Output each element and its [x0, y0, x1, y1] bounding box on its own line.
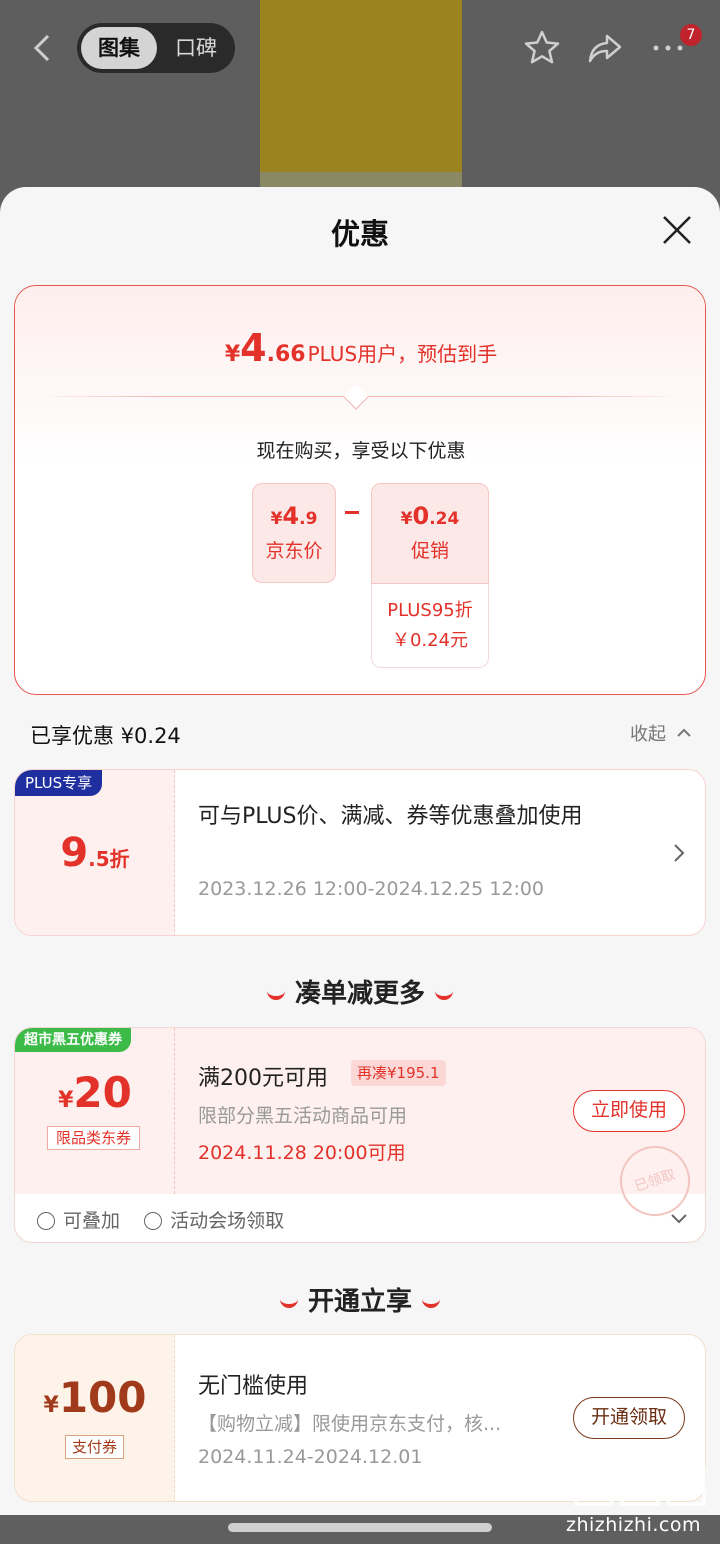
close-icon[interactable] — [660, 213, 694, 247]
discount-int: 9 — [60, 830, 89, 876]
chevron-down-icon[interactable] — [668, 1211, 690, 1225]
smile-icon — [435, 990, 453, 1000]
chevron-right-icon — [674, 844, 685, 862]
coupon-left: ¥100 支付券 — [15, 1335, 175, 1501]
section-title-open: 开通立享 — [0, 1281, 720, 1318]
watermark-logo — [574, 1466, 706, 1506]
discount-suffix: .5折 — [88, 847, 130, 871]
jd-price-box: ¥4.9 京东价 — [252, 483, 336, 583]
price-currency: ¥ — [224, 342, 241, 367]
star-icon[interactable] — [522, 28, 562, 68]
enjoyed-discount: 已享优惠 ¥0.24 — [30, 724, 181, 748]
coupon-subtitle: 【购物立减】限使用京东支付，核... — [198, 1413, 502, 1435]
promo-detail-line2: ￥0.24元 — [391, 630, 469, 651]
share-icon[interactable] — [585, 28, 625, 68]
jd-price-currency: ¥ — [270, 509, 283, 529]
coupon-left: 超市黑五优惠券 ¥20 限品类东券 — [15, 1028, 175, 1194]
collapse-button[interactable]: 收起 — [630, 720, 692, 746]
smile-icon — [266, 990, 285, 1000]
collapse-label: 收起 — [630, 724, 666, 745]
discount-sheet: 优惠 ¥4.66 PLUS用户，预估到手 现在购买，享受以下优惠 ¥4.9 京东价… — [0, 187, 720, 1544]
coupon-title: 无门槛使用 — [198, 1374, 309, 1399]
plus-tag: PLUS专享 — [15, 770, 103, 796]
coupon-body: 超市黑五优惠券 ¥20 限品类东券 满200元可用 再凑¥195.1 限部分黑五… — [15, 1028, 705, 1226]
promo-currency: ¥ — [400, 509, 413, 529]
stackable-icon — [37, 1212, 55, 1230]
price-decimal: .66 — [266, 342, 306, 367]
promo-box: ¥0.24 促销 — [371, 483, 489, 584]
jd-price-label: 京东价 — [265, 540, 323, 562]
coupon-subtitle: 限部分黑五活动商品可用 — [198, 1105, 408, 1127]
coupon-date: 2024.11.28 20:00可用 — [198, 1142, 406, 1164]
smile-icon — [422, 1298, 440, 1308]
sheet-title: 优惠 — [330, 217, 389, 251]
section-title-more: 凑单减更多 — [0, 973, 720, 1010]
chevron-up-icon — [677, 728, 691, 737]
promo-dec: .24 — [429, 509, 460, 529]
promo-label: 促销 — [410, 540, 449, 562]
coupon-footer: 可叠加 活动会场领取 — [37, 1206, 284, 1233]
product-image — [260, 0, 462, 195]
back-icon[interactable] — [28, 30, 56, 66]
plus-discount: 9.5折 — [15, 830, 175, 876]
jd-price-int: 4 — [282, 502, 300, 530]
stackable-label: 可叠加 — [63, 1210, 121, 1232]
promo-detail-line1: PLUS95折 — [387, 600, 473, 621]
activate-claim-button[interactable]: 开通领取 — [573, 1397, 685, 1439]
notification-badge: 7 — [680, 24, 702, 46]
view-switch: 图集 口碑 — [77, 23, 235, 73]
coupon-date: 2024.11.24-2024.12.01 — [198, 1446, 423, 1468]
coupon-currency: ¥ — [58, 1088, 74, 1113]
estimate-card: ¥4.66 PLUS用户，预估到手 现在购买，享受以下优惠 ¥4.9 京东价 ¥0… — [14, 285, 706, 695]
coupon-tag: 超市黑五优惠券 — [15, 1028, 131, 1052]
plus-card-left: PLUS专享 9.5折 — [15, 770, 175, 935]
coupon-type: 限品类东券 — [47, 1126, 141, 1150]
minus-sign — [345, 511, 359, 514]
coupon-currency: ¥ — [43, 1393, 59, 1418]
coupon-title: 满200元可用 — [198, 1066, 328, 1091]
coupon-amount: ¥20 — [15, 1068, 175, 1117]
watermark-site: zhizhizhi.com — [566, 1514, 702, 1536]
estimated-price: ¥4.66 PLUS用户，预估到手 — [15, 326, 707, 370]
home-indicator[interactable] — [228, 1523, 492, 1532]
promo-int: 0 — [412, 502, 430, 530]
use-now-button[interactable]: 立即使用 — [573, 1090, 685, 1132]
tab-reviews[interactable]: 口碑 — [161, 27, 231, 69]
coupon-amount: ¥100 — [15, 1373, 175, 1422]
jd-price-dec: .9 — [299, 509, 318, 529]
coupon-value: 20 — [73, 1068, 132, 1117]
coupon-remaining: 再凑¥195.1 — [351, 1060, 446, 1086]
plus-date-range: 2023.12.26 12:00-2024.12.25 12:00 — [198, 878, 545, 900]
coupon-value: 100 — [58, 1373, 147, 1422]
plus-description: 可与PLUS价、满减、券等优惠叠加使用 — [198, 804, 583, 829]
source-label: 活动会场领取 — [170, 1210, 285, 1232]
price-integer: 4 — [240, 326, 267, 370]
section-more-label: 凑单减更多 — [294, 979, 425, 1009]
venue-icon — [144, 1212, 163, 1230]
tab-gallery[interactable]: 图集 — [81, 27, 157, 69]
estimate-subtitle: 现在购买，享受以下优惠 — [256, 440, 466, 462]
plus-discount-card[interactable]: PLUS专享 9.5折 可与PLUS价、满减、券等优惠叠加使用 2023.12.… — [14, 769, 706, 936]
section-open-label: 开通立享 — [307, 1287, 412, 1317]
promo-detail: PLUS95折 ￥0.24元 — [371, 584, 489, 668]
coupon-card-20[interactable]: 超市黑五优惠券 ¥20 限品类东券 满200元可用 再凑¥195.1 限部分黑五… — [14, 1027, 706, 1243]
smile-icon — [279, 1298, 298, 1308]
coupon-type: 支付券 — [65, 1435, 125, 1459]
price-label: PLUS用户，预估到手 — [307, 342, 498, 366]
